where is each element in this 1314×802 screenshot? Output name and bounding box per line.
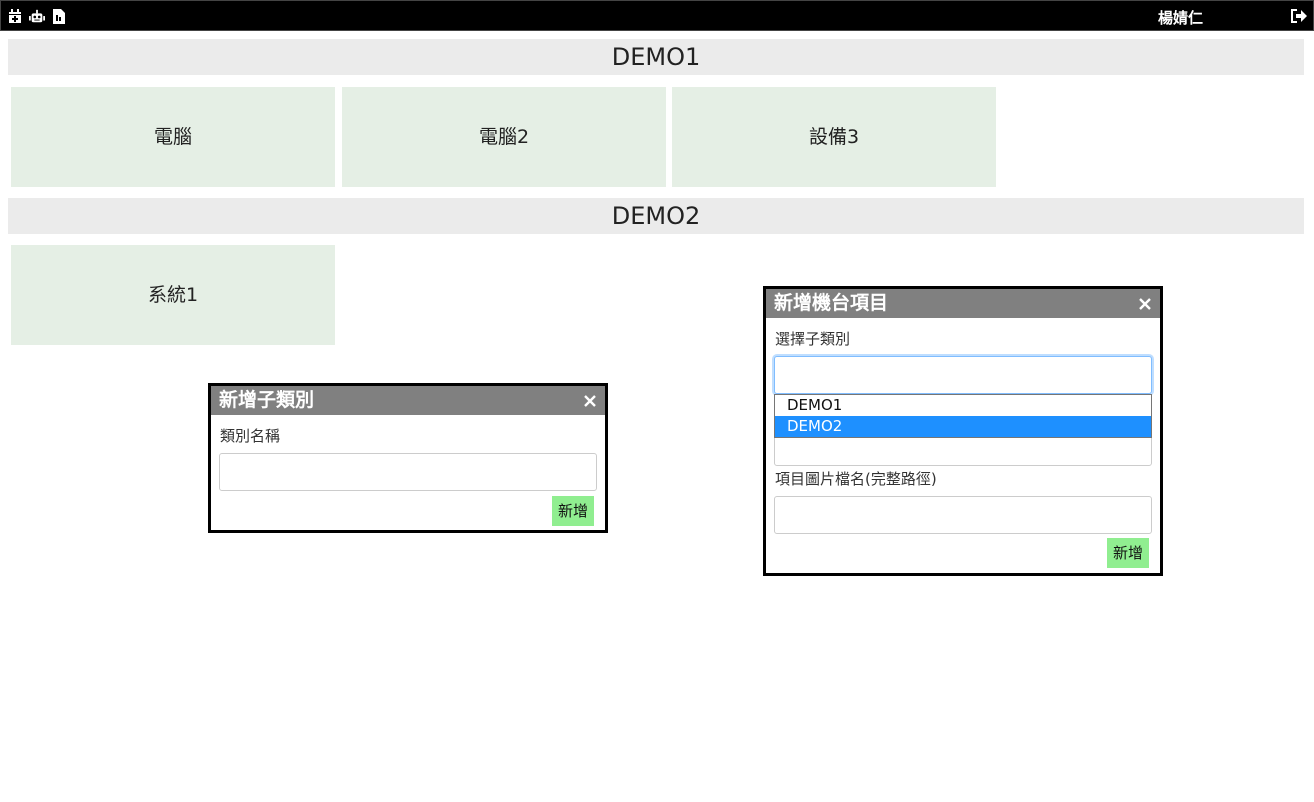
category-name-label: 類別名稱	[220, 427, 281, 445]
item-tile[interactable]: 電腦	[11, 87, 335, 187]
top-bar: 楊婧仁	[0, 0, 1314, 31]
close-icon[interactable]	[1136, 289, 1154, 318]
dialog-title-text: 新增子類別	[219, 389, 315, 411]
calendar-plus-icon[interactable]	[7, 8, 23, 24]
dialog-title: 新增機台項目	[766, 289, 1160, 318]
add-subcategory-button[interactable]: 新增	[552, 496, 595, 526]
user-name: 楊婧仁	[1158, 9, 1204, 27]
category-header-demo1: DEMO1	[8, 39, 1304, 75]
category-name-input[interactable]	[219, 453, 597, 491]
item-tile[interactable]: 電腦2	[342, 87, 666, 187]
robot-icon[interactable]	[29, 8, 45, 24]
dialog-title: 新增子類別	[211, 386, 605, 415]
image-path-input[interactable]	[774, 496, 1152, 534]
toolbar-icons	[7, 8, 67, 24]
item-tile[interactable]: 系統1	[11, 245, 335, 345]
subcategory-select-label: 選擇子類別	[775, 330, 851, 348]
add-machine-item-button[interactable]: 新增	[1107, 538, 1150, 568]
category-header-demo2: DEMO2	[8, 198, 1304, 234]
sign-out-icon[interactable]	[1289, 8, 1307, 24]
item-tile[interactable]: 設備3	[672, 87, 996, 187]
image-path-label: 項目圖片檔名(完整路徑)	[775, 470, 937, 488]
close-icon[interactable]	[581, 386, 599, 415]
add-subcategory-dialog: 新增子類別 類別名稱 新增	[208, 383, 608, 533]
file-icon[interactable]	[51, 8, 67, 24]
subcategory-dropdown: DEMO1 DEMO2	[774, 394, 1152, 438]
dialog-title-text: 新增機台項目	[774, 292, 889, 314]
subcategory-select[interactable]	[774, 356, 1152, 394]
dropdown-option-demo2[interactable]: DEMO2	[775, 416, 1151, 437]
dropdown-option-demo1[interactable]: DEMO1	[775, 395, 1151, 416]
